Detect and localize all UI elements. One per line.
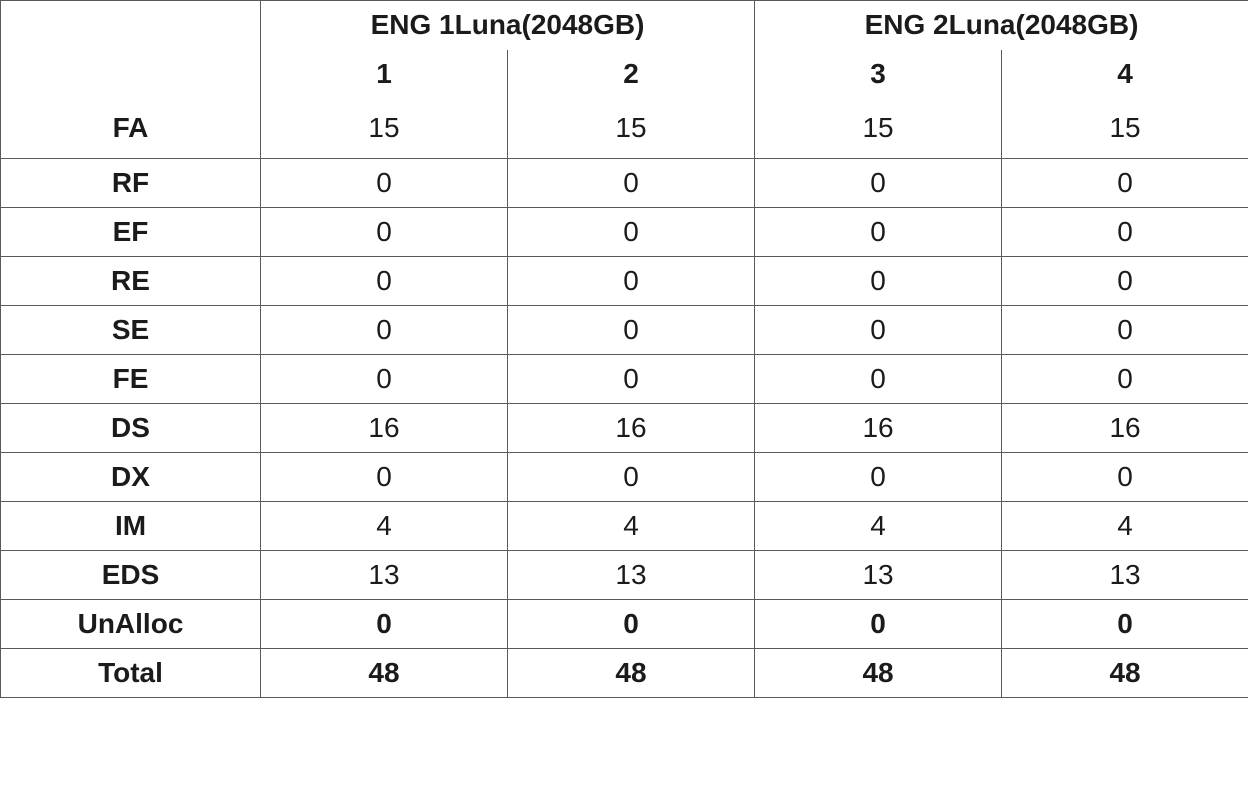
row-label: UnAlloc [1, 600, 261, 649]
cell: 0 [261, 208, 508, 257]
cell: 0 [508, 257, 755, 306]
cell: 48 [755, 649, 1002, 698]
row-label: Total [1, 649, 261, 698]
cell: 0 [755, 208, 1002, 257]
header-blank-2 [1, 50, 261, 99]
header-group-1: ENG 1Luna(2048GB) [261, 1, 755, 50]
cell: 0 [1002, 257, 1248, 306]
row-label: DX [1, 453, 261, 502]
row-label: FA [1, 99, 261, 159]
cell: 0 [755, 159, 1002, 208]
table-row: DS 16 16 16 16 [1, 404, 1248, 453]
cell: 0 [508, 306, 755, 355]
header-group-2: ENG 2Luna(2048GB) [755, 1, 1248, 50]
cell: 0 [755, 453, 1002, 502]
cell: 0 [508, 600, 755, 649]
cell: 15 [508, 99, 755, 159]
cell: 16 [755, 404, 1002, 453]
cell: 48 [1002, 649, 1248, 698]
cell: 13 [261, 551, 508, 600]
cell: 4 [261, 502, 508, 551]
cell: 48 [508, 649, 755, 698]
table-row: SE 0 0 0 0 [1, 306, 1248, 355]
cell: 0 [261, 453, 508, 502]
cell: 0 [261, 257, 508, 306]
header-col-2: 2 [508, 50, 755, 99]
cell: 4 [508, 502, 755, 551]
header-col-3: 3 [755, 50, 1002, 99]
cell: 0 [508, 208, 755, 257]
cell: 0 [1002, 355, 1248, 404]
table-row: IM 4 4 4 4 [1, 502, 1248, 551]
cell: 0 [261, 159, 508, 208]
cell: 0 [755, 306, 1002, 355]
cell: 4 [1002, 502, 1248, 551]
header-group-row: ENG 1Luna(2048GB) ENG 2Luna(2048GB) [1, 1, 1248, 50]
cell: 13 [508, 551, 755, 600]
table-row: Total 48 48 48 48 [1, 649, 1248, 698]
table-row: RF 0 0 0 0 [1, 159, 1248, 208]
cell: 0 [1002, 208, 1248, 257]
row-label: RE [1, 257, 261, 306]
table-row: EF 0 0 0 0 [1, 208, 1248, 257]
allocation-table: ENG 1Luna(2048GB) ENG 2Luna(2048GB) 1 2 … [0, 0, 1248, 698]
cell: 16 [508, 404, 755, 453]
header-col-4: 4 [1002, 50, 1248, 99]
row-label: EF [1, 208, 261, 257]
cell: 13 [1002, 551, 1248, 600]
cell: 15 [755, 99, 1002, 159]
cell: 16 [261, 404, 508, 453]
cell: 0 [261, 600, 508, 649]
cell: 0 [1002, 453, 1248, 502]
cell: 0 [1002, 306, 1248, 355]
table-row: RE 0 0 0 0 [1, 257, 1248, 306]
cell: 0 [755, 257, 1002, 306]
header-col-1: 1 [261, 50, 508, 99]
table-row: DX 0 0 0 0 [1, 453, 1248, 502]
row-label: SE [1, 306, 261, 355]
cell: 0 [755, 355, 1002, 404]
cell: 0 [508, 159, 755, 208]
cell: 0 [261, 355, 508, 404]
cell: 0 [508, 453, 755, 502]
table-row: FE 0 0 0 0 [1, 355, 1248, 404]
row-label: EDS [1, 551, 261, 600]
table-row: UnAlloc 0 0 0 0 [1, 600, 1248, 649]
cell: 48 [261, 649, 508, 698]
cell: 4 [755, 502, 1002, 551]
cell: 13 [755, 551, 1002, 600]
table-row: FA 15 15 15 15 [1, 99, 1248, 159]
cell: 15 [1002, 99, 1248, 159]
table-row: EDS 13 13 13 13 [1, 551, 1248, 600]
cell: 0 [261, 306, 508, 355]
cell: 16 [1002, 404, 1248, 453]
cell: 0 [755, 600, 1002, 649]
header-sub-row: 1 2 3 4 [1, 50, 1248, 99]
cell: 0 [508, 355, 755, 404]
row-label: DS [1, 404, 261, 453]
cell: 15 [261, 99, 508, 159]
row-label: RF [1, 159, 261, 208]
cell: 0 [1002, 600, 1248, 649]
row-label: IM [1, 502, 261, 551]
cell: 0 [1002, 159, 1248, 208]
row-label: FE [1, 355, 261, 404]
header-blank [1, 1, 261, 50]
